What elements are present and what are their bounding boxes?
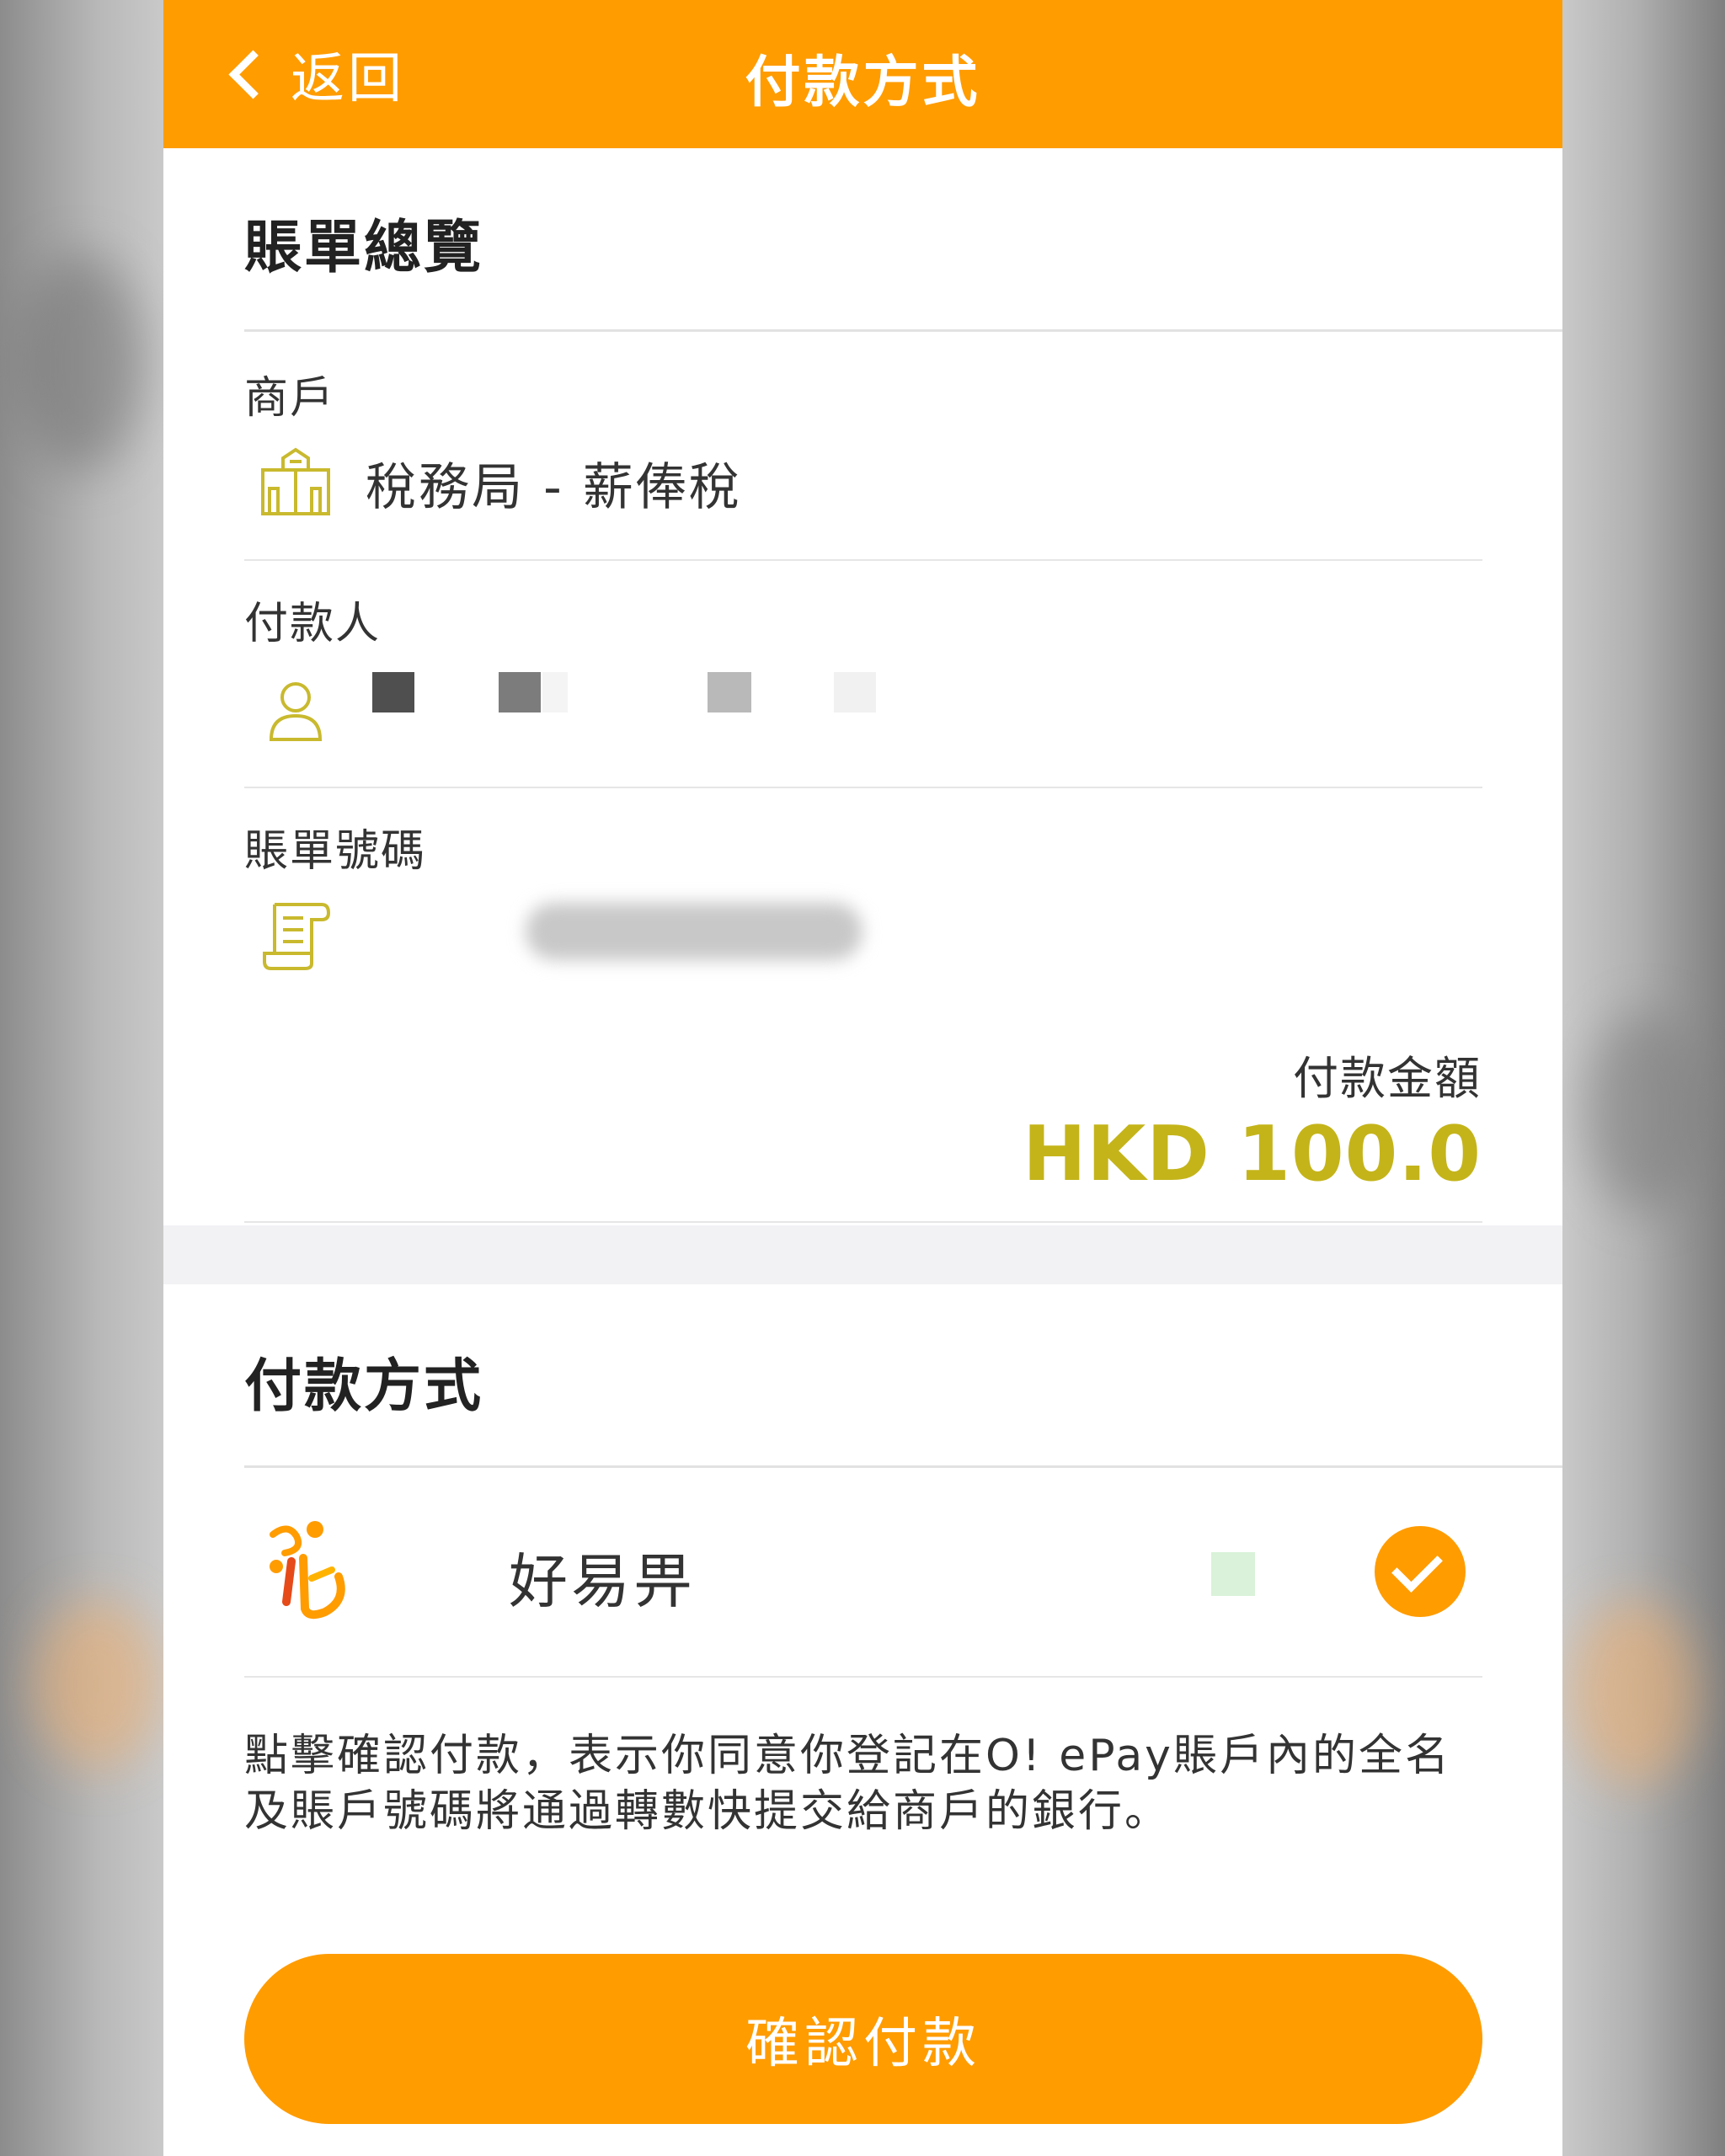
payment-option-row[interactable] <box>244 1482 1482 1676</box>
consent-notice: 點擊確認付款，表示你同意你登記在O! ePay賬戶內的全名及賬戶號碼將通過轉數快… <box>244 1731 1451 1837</box>
redacted-block <box>499 672 541 712</box>
redacted-bill-number <box>526 903 862 960</box>
divider <box>244 559 1482 561</box>
receipt-icon <box>263 903 331 970</box>
amount-value: HKD 100.0 <box>1023 1110 1482 1198</box>
amount-label: 付款金額 <box>1293 1052 1482 1105</box>
divider <box>244 329 1562 332</box>
background-left <box>0 0 163 2156</box>
divider <box>244 1465 1562 1468</box>
payer-label: 付款人 <box>244 599 382 649</box>
person-icon <box>269 682 323 741</box>
bill-number-label: 賬單號碼 <box>244 826 427 877</box>
redacted-block <box>834 672 876 712</box>
bill-overview-title: 賬單總覽 <box>244 215 484 281</box>
background-right <box>1562 0 1725 2156</box>
payment-option-name: 好易畀 <box>509 1547 696 1616</box>
building-icon <box>261 447 330 515</box>
phone-screen: 返回 付款方式 賬單總覽 商戶 稅務局 - 薪俸稅 付款人 賬單號碼 付款金額 … <box>163 0 1562 2156</box>
status-marker <box>1211 1552 1255 1596</box>
confirm-payment-button[interactable]: 確認付款 <box>244 1954 1482 2124</box>
page-title: 付款方式 <box>745 50 981 115</box>
merchant-value: 稅務局 - 薪俸稅 <box>366 458 742 517</box>
payment-method-title: 付款方式 <box>244 1353 484 1420</box>
payment-provider-logo-icon <box>270 1521 345 1620</box>
merchant-label: 商戶 <box>244 373 336 424</box>
redacted-block <box>372 672 414 712</box>
divider <box>244 1221 1482 1223</box>
redacted-block <box>708 672 751 712</box>
divider <box>244 1676 1482 1678</box>
top-bar: 返回 付款方式 <box>163 0 1562 148</box>
divider <box>244 787 1482 788</box>
redacted-block <box>542 672 568 712</box>
selected-check-icon[interactable] <box>1375 1526 1466 1617</box>
section-separator <box>163 1225 1562 1284</box>
